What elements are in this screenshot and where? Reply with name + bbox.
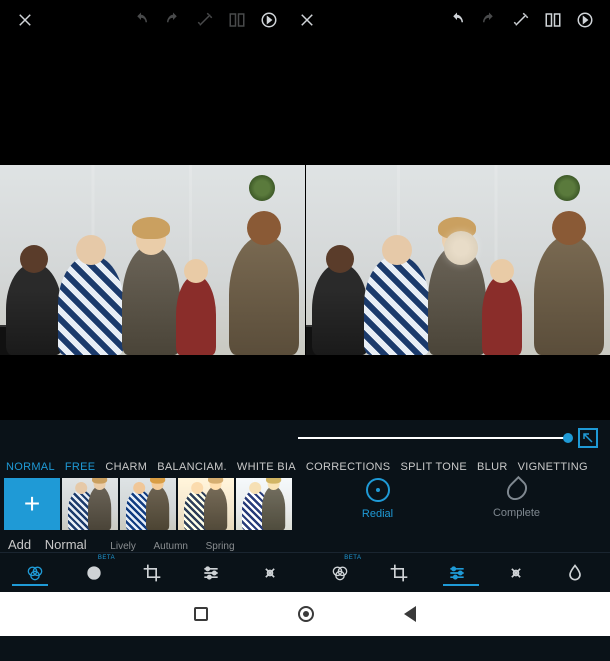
next-icon-r[interactable] [576, 11, 594, 29]
mask-button[interactable] [578, 428, 598, 448]
blur-marker-icon[interactable] [444, 231, 478, 265]
cat-splittone[interactable]: SPLIT TONE [400, 461, 467, 473]
tab-crop-icon[interactable] [140, 561, 164, 585]
tool-tabs: BETA BETA [0, 552, 610, 592]
cat-normal[interactable]: NORMAL [6, 461, 55, 473]
cat-corrections[interactable]: CORRECTIONS [306, 461, 391, 473]
intensity-row [0, 420, 610, 456]
preset-spring[interactable] [236, 478, 292, 530]
radial-icon [366, 478, 390, 502]
close-icon[interactable] [16, 11, 34, 29]
preset-normal[interactable] [62, 478, 118, 530]
cat-charm[interactable]: CHARM [105, 461, 147, 473]
next-icon[interactable] [260, 11, 278, 29]
tab-crop-icon-r[interactable] [387, 561, 411, 585]
image-canvas [0, 40, 610, 420]
preset-autumn[interactable] [178, 478, 234, 530]
presets-row: + Add Normal Lively Autumn Spring Redial [0, 478, 610, 552]
cat-vignetting[interactable]: VIGNETTING [518, 461, 588, 473]
photo-editor-app: NORMAL FREE CHARM BALANCIAM. WHITE BIA C… [0, 0, 610, 661]
cat-free[interactable]: FREE [65, 461, 96, 473]
cat-whitebia[interactable]: WHITE BIA [237, 461, 296, 473]
undo-icon-r[interactable] [448, 11, 466, 29]
wand-icon-r[interactable] [512, 11, 530, 29]
top-toolbar [0, 0, 610, 40]
tab-portrait-icon[interactable]: BETA [82, 561, 106, 585]
android-nav-bar [0, 592, 610, 636]
wand-icon[interactable] [196, 11, 214, 29]
close-icon-2[interactable] [298, 11, 316, 29]
drop-icon [508, 479, 526, 501]
tab-adjust-icon-r[interactable] [445, 561, 469, 585]
before-image[interactable] [0, 165, 305, 355]
nav-back-icon[interactable] [404, 606, 416, 622]
cat-blur[interactable]: BLUR [477, 461, 508, 473]
mode-redial[interactable]: Redial [362, 478, 393, 520]
tab-drop-icon-r[interactable] [563, 561, 587, 585]
tab-adjust-icon[interactable] [199, 561, 223, 585]
redo-icon-r[interactable] [480, 11, 498, 29]
mode-complete[interactable]: Complete [493, 479, 540, 519]
add-preset-button[interactable]: + [4, 478, 60, 530]
compare-icon[interactable] [228, 11, 246, 29]
after-image[interactable] [306, 165, 610, 355]
tab-filters-icon-r[interactable]: BETA [328, 561, 352, 585]
tab-filters-icon[interactable] [23, 561, 47, 585]
tool-tabs-left: BETA [0, 561, 305, 585]
nav-home-icon[interactable] [298, 606, 314, 622]
cat-balance[interactable]: BALANCIAM. [157, 461, 227, 473]
mode-redial-label: Redial [362, 508, 393, 520]
intensity-slider[interactable] [298, 437, 568, 439]
undo-icon[interactable] [132, 11, 150, 29]
tool-tabs-right: BETA [305, 561, 610, 585]
filter-categories[interactable]: NORMAL FREE CHARM BALANCIAM. WHITE BIA C… [0, 456, 610, 478]
tab-heal-icon[interactable] [258, 561, 282, 585]
tab-heal-icon-r[interactable] [504, 561, 528, 585]
compare-icon-r[interactable] [544, 11, 562, 29]
preset-row-label: Add Normal Lively Autumn Spring [8, 537, 235, 552]
redo-icon[interactable] [164, 11, 182, 29]
nav-recents-icon[interactable] [194, 607, 208, 621]
mode-complete-label: Complete [493, 507, 540, 519]
preset-lively[interactable] [120, 478, 176, 530]
